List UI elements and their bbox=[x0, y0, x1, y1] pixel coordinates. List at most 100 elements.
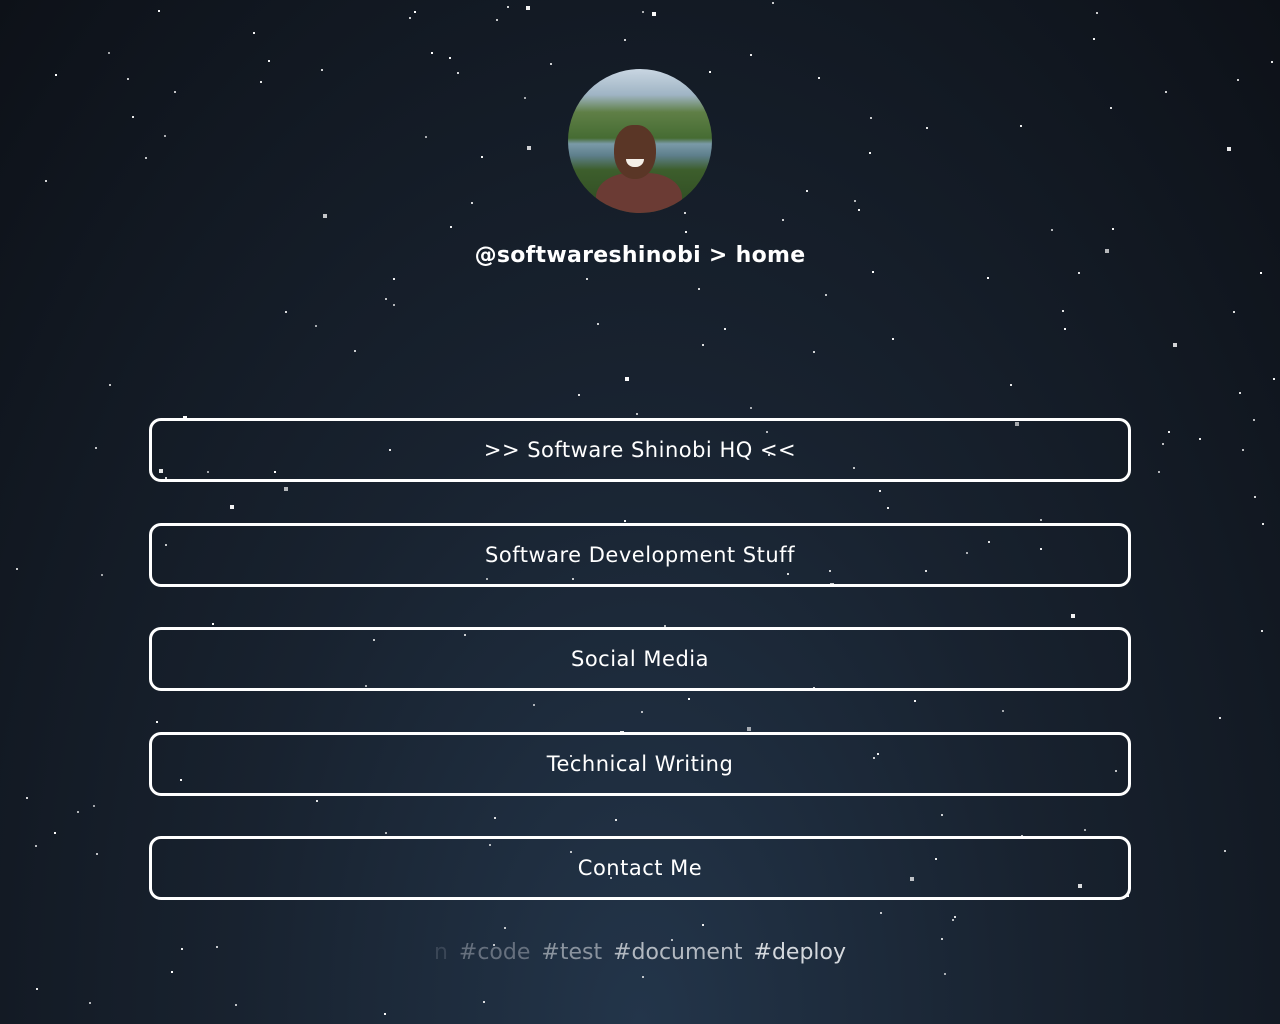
star bbox=[315, 325, 317, 327]
star bbox=[26, 797, 28, 799]
profile-avatar bbox=[568, 69, 712, 213]
link-button-social-media[interactable]: Social Media bbox=[149, 627, 1131, 691]
star bbox=[709, 71, 711, 73]
star bbox=[698, 288, 700, 290]
star bbox=[1051, 229, 1053, 231]
star bbox=[1233, 311, 1235, 313]
star bbox=[1199, 438, 1201, 440]
star bbox=[1062, 310, 1064, 312]
star bbox=[260, 81, 262, 83]
avatar-shirt bbox=[596, 173, 682, 213]
star bbox=[782, 219, 784, 221]
star bbox=[944, 973, 946, 975]
star bbox=[93, 805, 95, 807]
star bbox=[813, 351, 815, 353]
star bbox=[642, 11, 644, 13]
star bbox=[483, 1001, 485, 1003]
hashtag-code: #code bbox=[458, 940, 531, 965]
profile-handle: @softwareshinobi > home bbox=[474, 243, 806, 268]
star bbox=[702, 344, 704, 346]
star bbox=[253, 32, 255, 34]
hashtag-ticker: n #code #test #document #deploy bbox=[0, 940, 1280, 965]
star bbox=[171, 971, 173, 973]
link-button-software-development[interactable]: Software Development Stuff bbox=[149, 522, 1131, 587]
star bbox=[1254, 496, 1256, 498]
star bbox=[16, 568, 18, 570]
star bbox=[507, 6, 509, 8]
star bbox=[854, 200, 856, 202]
star bbox=[1096, 12, 1098, 14]
star bbox=[89, 1002, 91, 1004]
star bbox=[1253, 419, 1255, 421]
star bbox=[1093, 38, 1095, 40]
star bbox=[750, 54, 752, 56]
star bbox=[109, 384, 111, 386]
star bbox=[36, 988, 38, 990]
hashtag-document: #document bbox=[613, 940, 743, 965]
star bbox=[95, 447, 97, 449]
star bbox=[772, 2, 774, 4]
star bbox=[1239, 392, 1241, 394]
star bbox=[321, 69, 323, 71]
star bbox=[1224, 850, 1226, 852]
star bbox=[127, 78, 129, 80]
star bbox=[101, 574, 103, 576]
link-button-hq[interactable]: >> Software Shinobi HQ << bbox=[149, 418, 1131, 482]
star bbox=[384, 1013, 386, 1015]
star bbox=[870, 117, 872, 119]
star bbox=[132, 116, 134, 118]
star bbox=[652, 12, 656, 16]
star bbox=[858, 209, 860, 211]
star bbox=[457, 72, 459, 74]
star bbox=[431, 52, 433, 54]
hashtag-fragment: n bbox=[433, 940, 448, 965]
link-button-contact-me[interactable]: Contact Me bbox=[149, 836, 1131, 900]
star bbox=[471, 202, 473, 204]
star bbox=[1173, 343, 1177, 347]
star bbox=[550, 63, 552, 65]
star bbox=[636, 413, 638, 415]
star bbox=[35, 845, 37, 847]
star bbox=[724, 328, 726, 330]
star bbox=[450, 226, 452, 228]
star bbox=[481, 156, 483, 158]
star bbox=[96, 853, 98, 855]
star bbox=[158, 10, 160, 12]
star bbox=[1237, 79, 1239, 81]
star bbox=[414, 11, 416, 13]
avatar-face bbox=[614, 125, 656, 179]
star bbox=[1271, 61, 1273, 63]
star bbox=[642, 976, 644, 978]
star bbox=[624, 39, 626, 41]
star bbox=[987, 277, 989, 279]
star bbox=[77, 811, 79, 813]
star bbox=[1162, 443, 1164, 445]
star bbox=[45, 180, 47, 182]
star bbox=[449, 57, 451, 59]
star bbox=[527, 146, 531, 150]
star bbox=[496, 19, 498, 21]
star bbox=[597, 323, 599, 325]
star bbox=[926, 127, 928, 129]
star bbox=[750, 407, 752, 409]
star bbox=[872, 271, 874, 273]
star bbox=[1078, 272, 1080, 274]
star bbox=[869, 152, 871, 154]
star bbox=[425, 136, 427, 138]
star bbox=[526, 6, 530, 10]
star bbox=[1219, 717, 1221, 719]
star bbox=[825, 294, 827, 296]
star bbox=[55, 74, 57, 76]
star bbox=[393, 304, 395, 306]
star bbox=[806, 190, 808, 192]
star bbox=[108, 52, 110, 54]
star bbox=[174, 91, 176, 93]
link-button-technical-writing[interactable]: Technical Writing bbox=[149, 731, 1131, 796]
star bbox=[54, 832, 56, 834]
star bbox=[1273, 378, 1275, 380]
star bbox=[1158, 471, 1160, 473]
star bbox=[1262, 523, 1264, 525]
star bbox=[818, 77, 820, 79]
star bbox=[1010, 384, 1012, 386]
star bbox=[385, 298, 387, 300]
